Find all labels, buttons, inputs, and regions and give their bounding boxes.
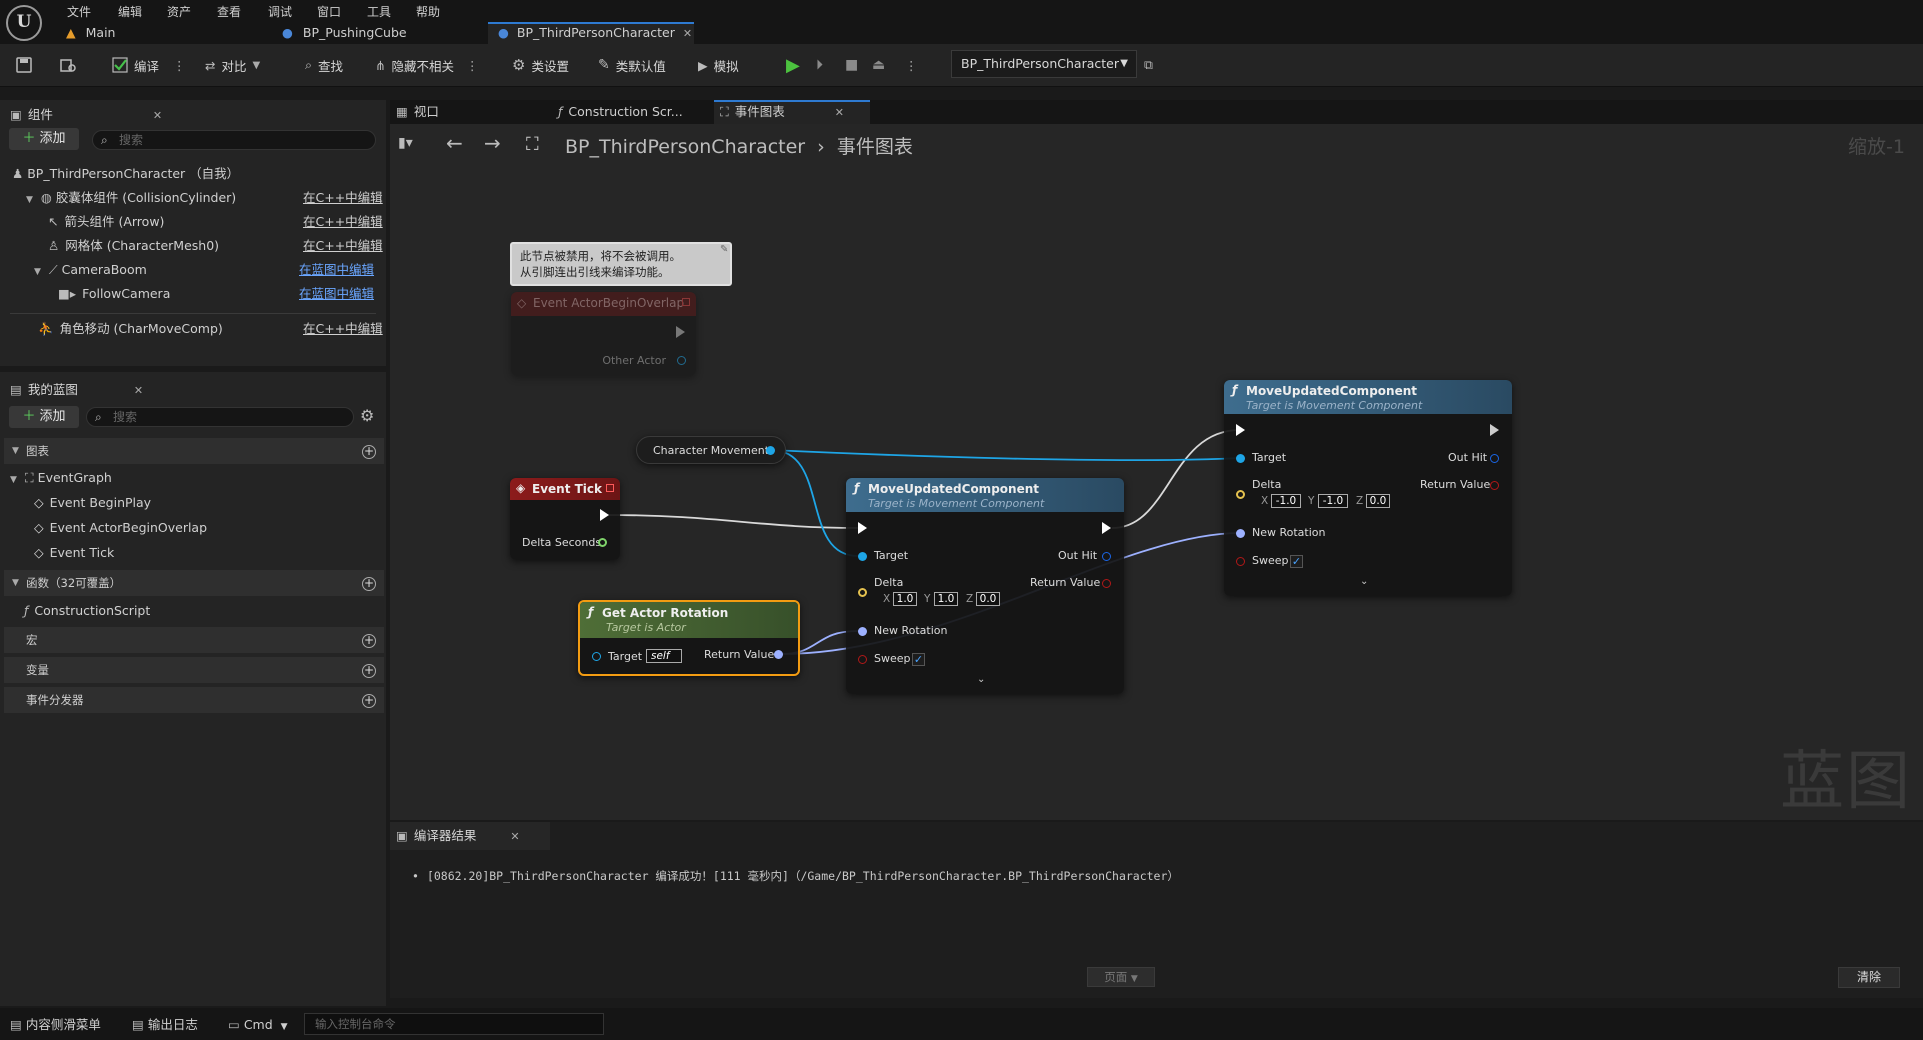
pin-label-new-rotation: New Rotation: [1252, 526, 1326, 539]
node-event-actorbeginoverlap[interactable]: ◇ Event ActorBeginOverlap Other Actor: [511, 292, 696, 376]
node-move-updated-component-1[interactable]: ƒ MoveUpdatedComponent Target is Movement…: [846, 478, 1124, 694]
sweep-pin[interactable]: [1236, 557, 1245, 566]
cmd-select[interactable]: ▭ Cmd ▼: [228, 1015, 288, 1035]
function-icon: ƒ: [854, 481, 860, 495]
compiler-log-entry: • [0862.20]BP_ThirdPersonCharacter 编译成功！[…: [412, 869, 1179, 883]
character-movement-pin[interactable]: [766, 446, 775, 455]
node-event-tick[interactable]: ◈ Event Tick Delta Seconds: [510, 478, 620, 560]
pin-label-target: Target: [1252, 451, 1287, 464]
pin-label-return-value: Return Value: [704, 648, 775, 661]
content-drawer-icon: ▤: [10, 1017, 22, 1032]
delta-z-field[interactable]: 0.0: [1366, 494, 1390, 508]
return-value-pin[interactable]: [1490, 481, 1499, 490]
pin-label-out-hit: Out Hit: [1448, 451, 1488, 464]
target-pin[interactable]: [858, 552, 867, 561]
pin-label-return-value: Return Value: [1420, 478, 1491, 491]
disabled-node-tooltip: 此节点被禁用，将不会被调用。 从引脚连出引线来编译功能。: [510, 242, 732, 286]
delta-z-field[interactable]: 0.0: [976, 592, 1000, 606]
other-actor-pin[interactable]: [677, 356, 686, 365]
page-select[interactable]: 页面 ▼: [1087, 967, 1155, 987]
wire-charmove-move2-target: [770, 449, 1241, 462]
pin-label-return-value: Return Value: [1030, 576, 1101, 589]
pin-label-new-rotation: New Rotation: [874, 624, 948, 637]
out-hit-pin[interactable]: [1490, 454, 1499, 463]
delta-y-field[interactable]: 1.0: [934, 592, 958, 606]
exec-out-pin[interactable]: [600, 509, 609, 521]
delta-seconds-pin[interactable]: [598, 538, 607, 547]
exec-out-pin[interactable]: [1102, 522, 1111, 534]
chevron-down-icon: ▼: [280, 1022, 288, 1032]
delegate-pin[interactable]: [682, 298, 690, 306]
compiler-results-tab[interactable]: ▣ 编译器结果 ✕: [390, 822, 550, 850]
clear-button[interactable]: 清除: [1838, 967, 1900, 988]
new-rotation-pin[interactable]: [1236, 529, 1245, 538]
pin-label-other-actor: Other Actor: [602, 354, 666, 367]
out-hit-pin[interactable]: [1102, 552, 1111, 561]
node-header: ◈ Event Tick: [510, 478, 620, 500]
pin-label-out-hit: Out Hit: [1058, 549, 1098, 562]
delta-x-field[interactable]: 1.0: [893, 592, 917, 606]
node-header: ƒ Get Actor Rotation Target is Actor: [580, 602, 798, 638]
new-rotation-pin[interactable]: [858, 627, 867, 636]
terminal-icon: ▭: [228, 1017, 240, 1032]
status-bar: [0, 1008, 1923, 1040]
chevron-down-icon[interactable]: ⌄: [977, 674, 985, 685]
output-log-button[interactable]: ▤ 输出日志: [132, 1015, 198, 1035]
pin-icon[interactable]: ✎: [720, 244, 728, 255]
sweep-checkbox[interactable]: ✓: [912, 653, 925, 666]
axis-x-label: X: [1261, 495, 1269, 507]
node-character-movement[interactable]: Character Movement: [636, 436, 786, 464]
pin-label-target: Target: [608, 650, 643, 663]
chevron-down-icon[interactable]: ⌄: [1360, 576, 1368, 587]
node-header: ƒ MoveUpdatedComponent Target is Movement…: [846, 478, 1124, 512]
pin-label-sweep: Sweep: [874, 652, 911, 665]
event-icon: ◇: [517, 296, 527, 310]
node-move-updated-component-2[interactable]: ƒ MoveUpdatedComponent Target is Movement…: [1224, 380, 1512, 596]
pin-label-delta: Delta: [1252, 478, 1282, 491]
node-header: ƒ MoveUpdatedComponent Target is Movement…: [1224, 380, 1512, 414]
compiler-results-panel: [390, 822, 1923, 998]
content-drawer-button[interactable]: ▤ 内容侧滑菜单: [10, 1015, 101, 1035]
delegate-pin[interactable]: [606, 484, 614, 492]
delta-pin[interactable]: [1236, 490, 1245, 499]
bullet-icon: •: [412, 869, 419, 883]
function-icon: ƒ: [588, 605, 594, 619]
pin-label-delta-seconds: Delta Seconds: [522, 536, 602, 549]
output-log-icon: ▤: [132, 1017, 144, 1032]
sweep-checkbox[interactable]: ✓: [1290, 555, 1303, 568]
chevron-down-icon: ▼: [1130, 974, 1138, 984]
axis-y-label: Y: [1308, 495, 1315, 507]
exec-in-pin[interactable]: [1236, 424, 1245, 436]
delta-y-field[interactable]: -1.0: [1318, 494, 1348, 508]
exec-in-pin[interactable]: [858, 522, 867, 534]
pin-label-sweep: Sweep: [1252, 554, 1289, 567]
axis-x-label: X: [883, 593, 891, 605]
compiler-icon: ▣: [396, 828, 408, 843]
sweep-pin[interactable]: [858, 655, 867, 664]
axis-y-label: Y: [924, 593, 931, 605]
pin-label-delta: Delta: [874, 576, 904, 589]
wire-charmove-move1-target: [770, 449, 859, 557]
target-pin[interactable]: [592, 652, 601, 661]
axis-z-label: Z: [966, 593, 974, 605]
exec-out-pin[interactable]: [1490, 424, 1499, 436]
exec-out-pin[interactable]: [676, 326, 685, 338]
target-pin[interactable]: [1236, 454, 1245, 463]
function-icon: ƒ: [1232, 383, 1238, 397]
return-value-pin[interactable]: [1102, 579, 1111, 588]
close-icon[interactable]: ✕: [510, 830, 519, 843]
axis-z-label: Z: [1356, 495, 1364, 507]
variable-label: Character Movement: [653, 444, 770, 457]
node-get-actor-rotation[interactable]: ƒ Get Actor Rotation Target is Actor Targ…: [578, 600, 800, 676]
event-icon: ◈: [516, 481, 526, 495]
wire-exec-move1-move2: [1111, 429, 1241, 529]
return-value-pin[interactable]: [774, 650, 783, 659]
target-self-field[interactable]: self: [646, 649, 682, 663]
console-command-input[interactable]: 输入控制台命令: [304, 1013, 604, 1035]
pin-label-target: Target: [874, 549, 909, 562]
node-header: ◇ Event ActorBeginOverlap: [511, 292, 696, 316]
delta-pin[interactable]: [858, 588, 867, 597]
delta-x-field[interactable]: -1.0: [1271, 494, 1301, 508]
